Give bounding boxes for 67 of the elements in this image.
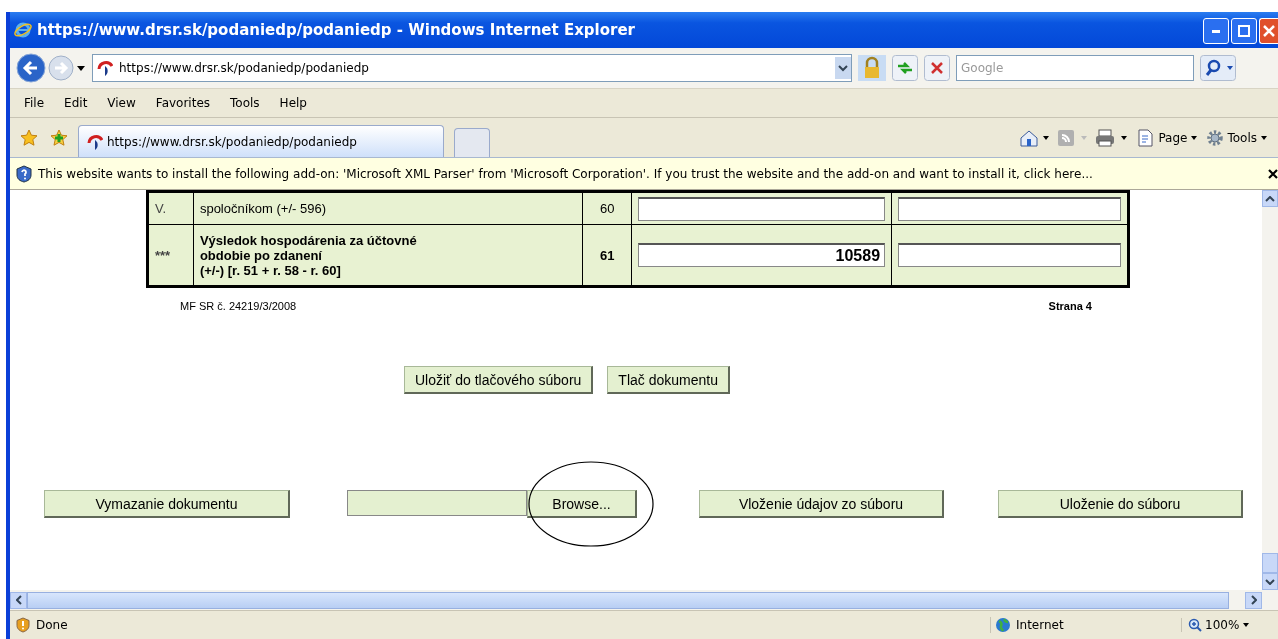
table-cell: 60: [582, 191, 632, 225]
table-cell: spoločníkom (+/- 596): [193, 191, 583, 225]
minimize-icon: [1212, 29, 1220, 33]
print-button[interactable]: Uložiť do tlačového súboru: [404, 366, 594, 394]
site-favicon: [97, 60, 113, 76]
site-favicon: [87, 133, 103, 150]
toolbar-menu-button[interactable]: Tools: [1206, 128, 1268, 147]
maximize-button[interactable]: [1231, 18, 1257, 44]
file-path-field[interactable]: [347, 490, 527, 516]
globe-icon: [995, 617, 1011, 633]
page-number: Strana 4: [1048, 300, 1092, 312]
browse-button[interactable]: Browse...: [527, 490, 637, 518]
dropdown-caret-icon[interactable]: [835, 57, 851, 79]
status-text: Done: [36, 618, 69, 632]
input-field[interactable]: [898, 196, 1121, 221]
menu-item[interactable]: Favorites: [155, 96, 211, 110]
input-field[interactable]: 10589: [638, 243, 886, 267]
shield-icon: [16, 164, 32, 183]
browser-tab[interactable]: https://www.drsr.sk/podaniedp/podaniedp: [78, 125, 444, 157]
delete-document-button[interactable]: Vymazanie dokumentu: [44, 490, 290, 518]
toolbar-menu-button[interactable]: Page: [1137, 128, 1199, 147]
caret-icon: [1190, 134, 1199, 141]
add-favorite-icon[interactable]: [50, 128, 68, 147]
input-field[interactable]: [898, 243, 1121, 267]
maximize-icon: [1238, 25, 1250, 37]
printer-icon[interactable]: [1095, 128, 1130, 147]
menu-item[interactable]: Tools: [230, 96, 260, 110]
caret-icon: [1260, 134, 1268, 141]
window-title: https://www.drsr.sk/podaniedp/podaniedp - Windows Internet Explorer: [37, 21, 636, 39]
save-to-file-button[interactable]: Uloženie do súboru: [998, 490, 1243, 518]
scroll-left-button[interactable]: [10, 591, 27, 609]
star-icon[interactable]: [20, 128, 38, 147]
minimize-button[interactable]: [1203, 18, 1229, 44]
print-button[interactable]: Tlač dokumentu: [607, 366, 730, 394]
stop-button[interactable]: [924, 55, 950, 81]
scrollbar-thumb[interactable]: [1262, 553, 1278, 573]
load-from-file-button[interactable]: Vloženie údajov zo súboru: [699, 490, 944, 518]
zoom-icon: [1188, 618, 1202, 632]
menu-item[interactable]: Help: [279, 96, 307, 110]
zoom-control[interactable]: 100%: [1181, 618, 1278, 632]
scroll-up-button[interactable]: [1262, 190, 1278, 207]
refresh-button[interactable]: [892, 55, 918, 81]
gear-icon: [1206, 128, 1225, 147]
scroll-down-button[interactable]: [1262, 573, 1278, 590]
security-zone: Internet: [1016, 618, 1064, 632]
caret-icon: [1242, 622, 1251, 628]
menu-item[interactable]: Edit: [64, 96, 88, 110]
home-icon[interactable]: [1019, 128, 1050, 147]
dropdown-caret-icon[interactable]: [76, 64, 86, 72]
menu-item[interactable]: File: [24, 96, 45, 110]
back-button[interactable]: [16, 53, 46, 83]
form-code: MF SR č. 24219/3/2008: [180, 300, 297, 312]
warning-shield-icon: [16, 617, 30, 633]
page-icon: [1137, 128, 1156, 147]
search-button[interactable]: [1200, 55, 1236, 81]
close-icon: [1263, 25, 1275, 37]
browser-logo-icon: [14, 21, 32, 39]
padlock-icon: [858, 55, 886, 81]
close-button[interactable]: [1259, 18, 1278, 44]
input-field[interactable]: [638, 196, 886, 221]
menu-item[interactable]: View: [107, 96, 136, 110]
scroll-right-button[interactable]: [1245, 591, 1262, 609]
search-field[interactable]: Google: [956, 55, 1194, 81]
close-icon[interactable]: [1268, 168, 1278, 179]
address-field[interactable]: https://www.drsr.sk/podaniedp/podaniedp: [92, 54, 852, 82]
table-cell: V.: [147, 191, 194, 225]
scrollbar-thumb[interactable]: [27, 591, 1229, 609]
